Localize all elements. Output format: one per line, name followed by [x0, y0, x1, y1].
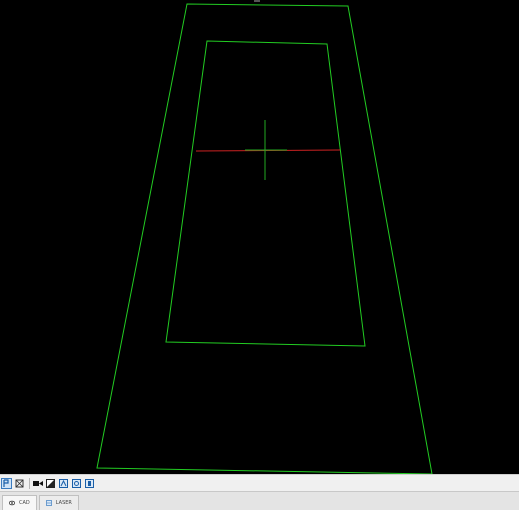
select-tool-icon — [3, 478, 9, 487]
layers-icon — [45, 500, 52, 506]
zoom-fit-button[interactable] — [14, 478, 25, 489]
outer-frame-outline — [96, 3, 433, 474]
camera-icon — [32, 480, 43, 486]
view-top-button[interactable] — [58, 478, 69, 489]
view-toolbar — [0, 474, 519, 491]
scene-canvas — [96, 0, 433, 474]
select-tool-button[interactable] — [1, 477, 12, 489]
inner-frame-outline — [165, 40, 366, 347]
document-tabs: CAD LASER — [0, 491, 519, 510]
camera-button[interactable] — [32, 478, 43, 489]
top-edge-marker — [254, 0, 260, 2]
view-front-button[interactable] — [84, 478, 95, 489]
zoom-fit-icon — [15, 479, 24, 487]
tab-laser[interactable]: LASER — [38, 495, 79, 510]
view-perspective-icon — [72, 478, 81, 488]
view-top-icon — [59, 478, 68, 488]
toolbar-separator — [29, 477, 30, 489]
eye-icon — [9, 500, 15, 506]
tab-cad[interactable]: CAD — [2, 495, 37, 510]
exposure-icon — [46, 478, 55, 488]
tab-label: CAD — [19, 500, 30, 506]
exposure-button[interactable] — [45, 478, 56, 489]
3d-viewport[interactable] — [0, 0, 519, 474]
view-perspective-button[interactable] — [71, 478, 82, 489]
view-front-icon — [85, 478, 94, 488]
tab-label: LASER — [55, 500, 72, 506]
